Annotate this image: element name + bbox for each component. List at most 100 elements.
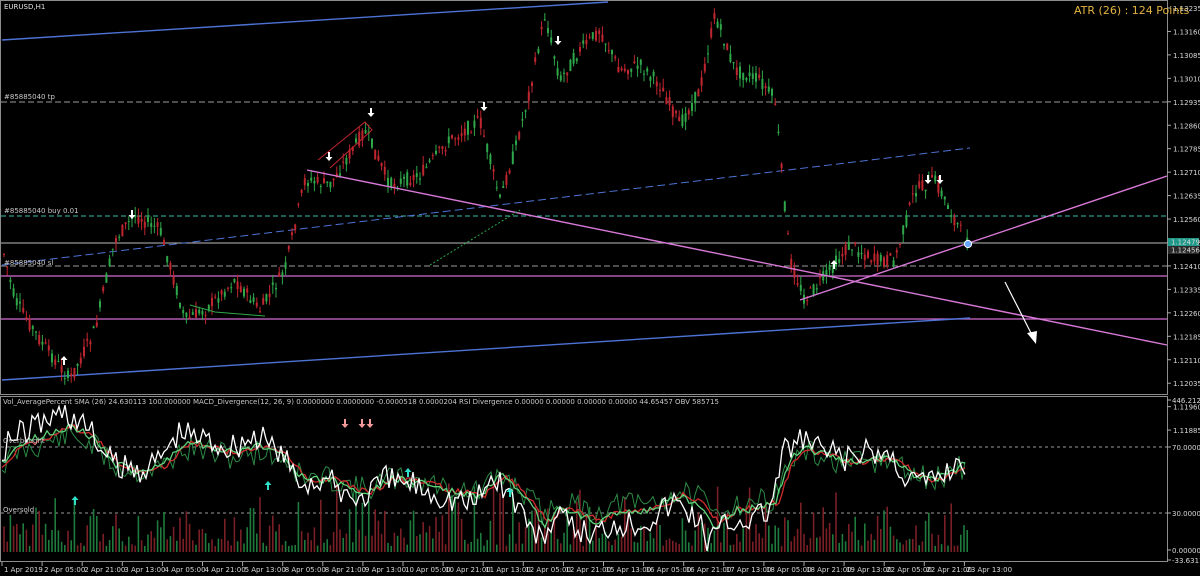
candle-body xyxy=(777,131,780,134)
indicator-tick-label: -33.631130 xyxy=(1172,557,1200,565)
candle-body xyxy=(486,144,489,153)
candle-body xyxy=(617,66,620,73)
candle-body xyxy=(111,248,114,250)
candle-body xyxy=(390,177,393,188)
candle-body xyxy=(668,97,671,106)
candle-body xyxy=(553,56,556,59)
candle-body xyxy=(799,284,802,291)
candle-body xyxy=(163,240,165,245)
candle-body xyxy=(73,367,76,378)
indicator-arrow-down xyxy=(366,419,374,428)
overbought-label: Overbought xyxy=(3,437,45,445)
price-tick-label: 1.11885 xyxy=(1173,427,1200,435)
candle-body xyxy=(774,103,777,106)
candle-body xyxy=(892,260,895,267)
time-tick-label: 18 Apr 21:00 xyxy=(806,566,852,574)
candle-body xyxy=(428,160,431,162)
symbol-title: EURUSD,H1 xyxy=(4,3,45,11)
candle-body xyxy=(550,37,553,43)
candles-group xyxy=(3,8,969,385)
candle-body xyxy=(847,241,850,250)
candle-body xyxy=(527,91,530,101)
candle-body xyxy=(70,373,73,377)
price-tick-label: 1.13160 xyxy=(1173,28,1200,36)
candle-body xyxy=(787,233,789,235)
time-tick-label: 12 Apr 05:00 xyxy=(525,566,571,574)
candle-body xyxy=(252,297,255,302)
candle-body xyxy=(463,128,466,136)
candle-body xyxy=(521,119,524,121)
price-tick-label: 1.12785 xyxy=(1173,146,1200,154)
candle-body xyxy=(67,370,69,379)
candle-body xyxy=(444,149,447,152)
candle-body xyxy=(76,363,79,367)
candle-body xyxy=(307,183,309,187)
candle-body xyxy=(812,284,815,296)
indicator-tick-label: 30.00000 xyxy=(1172,510,1200,518)
candle-body xyxy=(495,187,498,189)
candle-body xyxy=(835,255,837,267)
candle-body xyxy=(934,175,937,182)
arrow-head xyxy=(404,468,412,472)
candle-body xyxy=(607,50,610,52)
candle-body xyxy=(419,178,421,180)
candle-body xyxy=(879,254,882,262)
candle-body xyxy=(483,135,485,137)
candle-body xyxy=(166,256,169,263)
candle-body xyxy=(697,89,700,97)
time-tick-label: 22 Apr 21:00 xyxy=(926,566,972,574)
candle-body xyxy=(479,117,482,129)
candle-body xyxy=(566,72,569,76)
candle-body xyxy=(297,203,300,205)
time-tick-label: 9 Apr 13:00 xyxy=(365,566,406,574)
candle-body xyxy=(86,338,89,341)
candle-body xyxy=(303,178,306,186)
candle-body xyxy=(377,155,380,161)
chart-window[interactable]: EURUSD,H1 ATR (26) : 124 Points #8588504… xyxy=(0,0,1200,576)
candle-body xyxy=(876,253,879,265)
candle-body xyxy=(755,72,757,82)
candle-body xyxy=(649,76,652,81)
candle-body xyxy=(681,114,684,127)
candle-body xyxy=(182,310,185,314)
candle-body xyxy=(828,264,831,271)
candle-body xyxy=(524,110,527,112)
candle-body xyxy=(950,215,953,218)
time-tick-label: 4 Apr 05:00 xyxy=(164,566,205,574)
candle-body xyxy=(329,181,332,188)
candle-body xyxy=(83,346,85,357)
candle-body xyxy=(345,158,348,165)
candle-body xyxy=(473,120,476,128)
trend-line-up xyxy=(799,175,1168,301)
candle-body xyxy=(883,257,885,266)
indicator-arrow-up xyxy=(404,468,412,477)
arrow-head xyxy=(480,107,488,111)
candle-body xyxy=(409,182,412,185)
arrow-head xyxy=(358,424,366,428)
price-tick-label: 1.12260 xyxy=(1173,310,1200,318)
candle-body xyxy=(851,249,853,251)
candle-body xyxy=(620,68,623,71)
projection-arrow-head xyxy=(1027,331,1037,344)
time-tick-label: 8 Apr 21:00 xyxy=(325,566,366,574)
candle-body xyxy=(316,177,319,183)
candle-body xyxy=(41,341,44,345)
candle-body xyxy=(159,228,162,236)
candle-body xyxy=(214,296,217,298)
candle-body xyxy=(457,137,460,140)
indicator-layer xyxy=(1,404,1167,552)
candle-body xyxy=(115,238,117,243)
candle-body xyxy=(371,138,373,148)
time-tick-label: 2 Apr 21:00 xyxy=(84,566,125,574)
candle-body xyxy=(665,97,668,104)
candle-body xyxy=(355,138,357,143)
candle-body xyxy=(249,300,252,303)
candle-body xyxy=(169,263,172,270)
candle-body xyxy=(175,285,178,296)
indicator-arrow-down xyxy=(358,419,366,428)
candle-body xyxy=(291,232,293,236)
candle-body xyxy=(19,301,21,304)
candle-body xyxy=(745,78,748,81)
price-tick-label: 1.13010 xyxy=(1173,75,1200,83)
candle-body xyxy=(143,221,146,228)
